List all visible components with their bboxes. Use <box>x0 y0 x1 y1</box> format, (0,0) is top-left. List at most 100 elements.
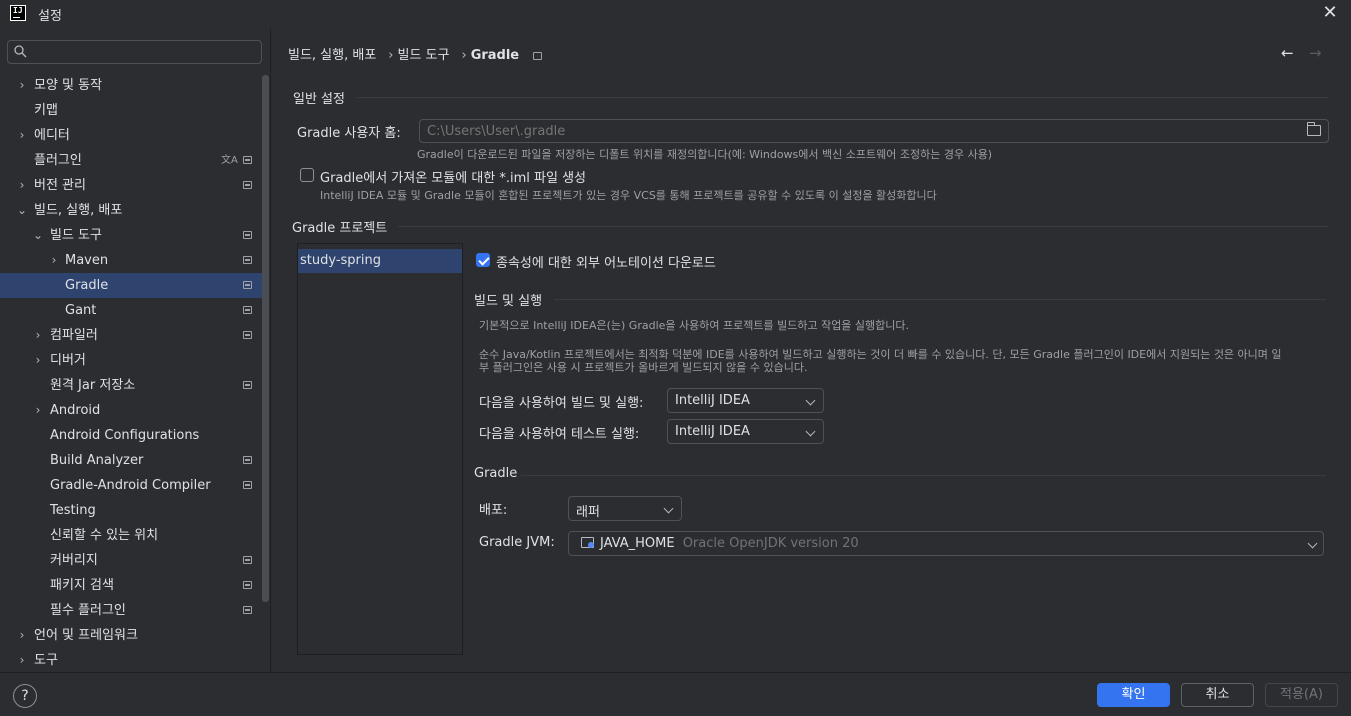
sidebar-item-label: 빌드, 실행, 배포 <box>34 203 123 218</box>
sidebar-item-label: Testing <box>50 503 96 518</box>
sidebar-item-label: 신뢰할 수 있는 위치 <box>50 528 159 543</box>
chevron-right-icon[interactable]: › <box>16 123 28 148</box>
chevron-right-icon[interactable]: › <box>16 623 28 648</box>
sidebar-item[interactable]: Android Configurations <box>0 423 269 448</box>
sidebar-item-label: Gradle-Android Compiler <box>50 478 211 493</box>
gradle-user-home-input[interactable] <box>427 122 1287 140</box>
project-level-icon <box>243 181 252 189</box>
sidebar-item-label: 모양 및 동작 <box>34 78 103 93</box>
search-icon <box>14 45 27 58</box>
project-level-icon <box>243 381 252 389</box>
sidebar-item[interactable]: 플러그인 文A <box>0 148 269 173</box>
ok-button[interactable]: 확인 <box>1097 683 1170 707</box>
test-using-dropdown[interactable]: IntelliJ IDEA <box>667 419 824 444</box>
settings-search[interactable] <box>7 40 262 64</box>
project-level-icon <box>243 256 252 264</box>
sidebar-item-label: 필수 플러그인 <box>50 603 126 618</box>
chevron-down-icon[interactable]: ⌄ <box>16 198 28 223</box>
sidebar-item-label: 컴파일러 <box>50 328 98 343</box>
gradle-jvm-dropdown[interactable]: JAVA_HOME Oracle OpenJDK version 20 <box>568 531 1324 556</box>
test-using-label: 다음을 사용하여 테스트 실행: <box>479 427 640 442</box>
title-bar: IJ 설정 ✕ <box>0 0 1351 28</box>
sidebar-item[interactable]: Gradle-Android Compiler <box>0 473 269 498</box>
breadcrumb-current: Gradle <box>470 48 520 63</box>
project-item-study-spring[interactable]: study-spring <box>298 249 462 273</box>
sidebar-item-label: 원격 Jar 저장소 <box>50 378 136 393</box>
chevron-down-icon <box>805 395 816 406</box>
gradle-user-home-label: Gradle 사용자 홈: <box>297 126 401 141</box>
sidebar-item[interactable]: Gradle <box>0 273 269 298</box>
sidebar-item[interactable]: › 언어 및 프레임워크 <box>0 623 269 648</box>
search-input[interactable] <box>36 43 256 61</box>
forward-arrow-icon[interactable]: → <box>1309 44 1322 62</box>
chevron-right-icon[interactable]: › <box>32 398 44 423</box>
breadcrumb-separator: › <box>461 48 467 63</box>
sidebar-item[interactable]: › 버전 관리 <box>0 173 269 198</box>
help-icon[interactable]: ? <box>13 684 37 708</box>
sidebar-item[interactable]: ⌄ 빌드 도구 <box>0 223 269 248</box>
sidebar-item[interactable]: › Maven <box>0 248 269 273</box>
sidebar-item[interactable]: 키맵 <box>0 98 269 123</box>
section-divider <box>357 97 1329 98</box>
sidebar-item[interactable]: 커버리지 <box>0 548 269 573</box>
close-icon[interactable]: ✕ <box>1320 2 1340 24</box>
sidebar-item[interactable]: › 에디터 <box>0 123 269 148</box>
build-run-title: 빌드 및 실행 <box>474 294 543 309</box>
distribution-label: 배포: <box>479 503 508 518</box>
chevron-down-icon[interactable]: ⌄ <box>32 223 44 248</box>
sidebar-item[interactable]: Build Analyzer <box>0 448 269 473</box>
sidebar-item-label: 디버거 <box>50 353 86 368</box>
translate-icon: 文A <box>221 155 238 166</box>
sidebar-item-label: 플러그인 <box>34 153 82 168</box>
iml-files-hint: IntelliJ IDEA 모듈 및 Gradle 모듈이 혼합된 프로젝트가 … <box>320 189 937 202</box>
section-divider <box>554 299 1326 300</box>
gradle-project-list: study-spring <box>297 243 463 655</box>
sidebar-item-label: 에디터 <box>34 128 70 143</box>
sidebar-item[interactable]: 필수 플러그인 <box>0 598 269 623</box>
chevron-right-icon[interactable]: › <box>16 73 28 98</box>
project-level-icon <box>243 581 252 589</box>
iml-files-checkbox[interactable] <box>300 168 314 182</box>
chevron-right-icon[interactable]: › <box>32 348 44 373</box>
cancel-button[interactable]: 취소 <box>1181 683 1254 707</box>
sidebar-item[interactable]: 패키지 검색 <box>0 573 269 598</box>
gradle-section-title: Gradle <box>474 466 518 481</box>
chevron-down-icon <box>663 503 674 514</box>
folder-icon[interactable] <box>1307 122 1321 136</box>
chevron-right-icon[interactable]: › <box>16 648 28 673</box>
iml-files-label[interactable]: Gradle에서 가져온 모듈에 대한 *.iml 파일 생성 <box>320 167 586 186</box>
sidebar-item[interactable]: Gant <box>0 298 269 323</box>
breadcrumb-separator: › <box>388 48 394 63</box>
chevron-down-icon <box>805 426 816 437</box>
apply-button[interactable]: 적용(A) <box>1265 683 1338 707</box>
sidebar-item[interactable]: 신뢰할 수 있는 위치 <box>0 523 269 548</box>
gradle-jvm-value: JAVA_HOME <box>600 536 675 551</box>
chevron-right-icon[interactable]: › <box>32 323 44 348</box>
sidebar-item[interactable]: › 도구 <box>0 648 269 673</box>
sidebar-scrollbar[interactable] <box>262 75 269 602</box>
chevron-right-icon[interactable]: › <box>48 248 60 273</box>
chevron-down-icon <box>1307 538 1318 549</box>
build-using-label: 다음을 사용하여 빌드 및 실행: <box>479 396 644 411</box>
download-annotations-checkbox[interactable] <box>476 253 490 267</box>
panel-divider[interactable] <box>270 28 271 672</box>
sidebar-item[interactable]: › 디버거 <box>0 348 269 373</box>
breadcrumb-build-run-deploy[interactable]: 빌드, 실행, 배포 <box>288 48 376 63</box>
download-annotations-label[interactable]: 종속성에 대한 외부 어노테이션 다운로드 <box>496 252 716 271</box>
sidebar-item[interactable]: 원격 Jar 저장소 <box>0 373 269 398</box>
distribution-dropdown[interactable]: 래퍼 <box>568 496 682 521</box>
sidebar-item[interactable]: › 컴파일러 <box>0 323 269 348</box>
sidebar-item[interactable]: › 모양 및 동작 <box>0 73 269 98</box>
sidebar-item[interactable]: ⌄ 빌드, 실행, 배포 <box>0 198 269 223</box>
sidebar-item-label: Build Analyzer <box>50 453 144 468</box>
sidebar-item-label: 빌드 도구 <box>50 228 102 243</box>
chevron-right-icon[interactable]: › <box>16 173 28 198</box>
gradle-user-home-field[interactable] <box>419 119 1329 143</box>
sidebar-item[interactable]: Testing <box>0 498 269 523</box>
sidebar-item[interactable]: › Android <box>0 398 269 423</box>
build-using-dropdown[interactable]: IntelliJ IDEA <box>667 388 824 413</box>
section-divider <box>398 226 1329 227</box>
build-using-value: IntelliJ IDEA <box>675 393 750 408</box>
breadcrumb-build-tools[interactable]: 빌드 도구 <box>398 48 450 63</box>
back-arrow-icon[interactable]: ← <box>1281 44 1294 62</box>
